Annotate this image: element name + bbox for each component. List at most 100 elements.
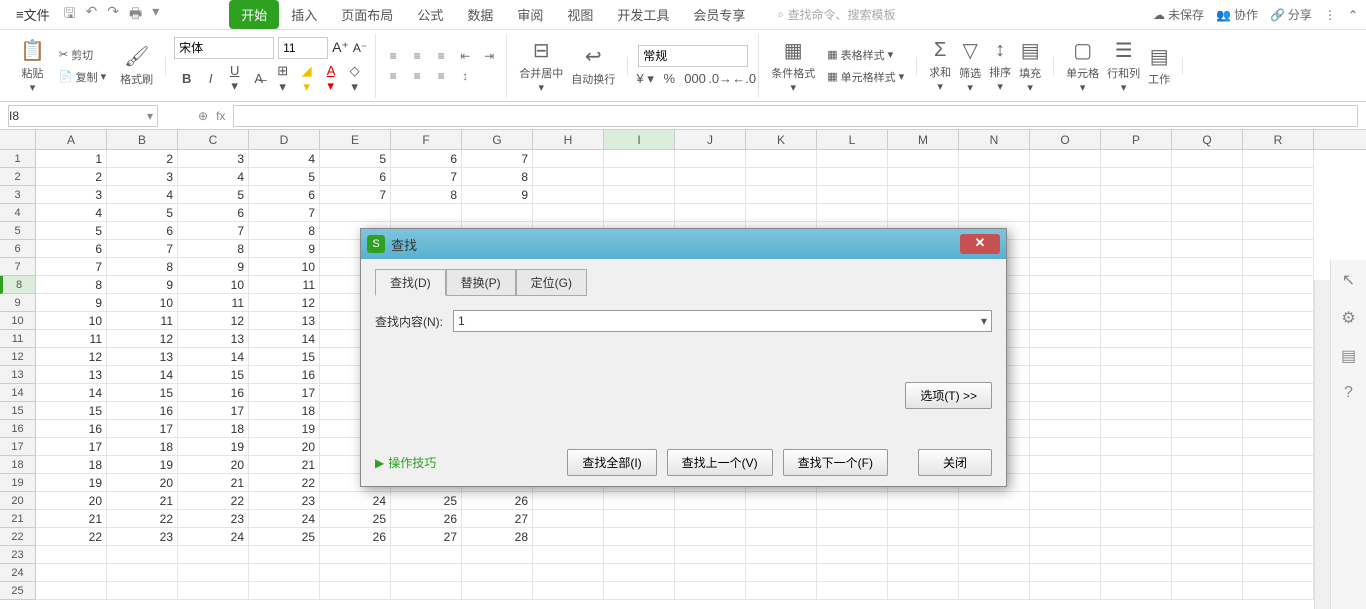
cell[interactable]: 17 [36, 438, 107, 456]
cell[interactable]: 23 [249, 492, 320, 510]
cell[interactable] [1243, 582, 1314, 600]
merge-center-button[interactable]: ⊟合并居中 ▾ [515, 36, 567, 96]
cell[interactable] [1243, 456, 1314, 474]
cell[interactable] [36, 546, 107, 564]
cell[interactable] [888, 150, 959, 168]
cell[interactable] [1172, 438, 1243, 456]
cell[interactable] [604, 150, 675, 168]
name-box[interactable]: I8 ▾ [8, 105, 158, 127]
cell[interactable] [1172, 510, 1243, 528]
cell[interactable]: 6 [391, 150, 462, 168]
cell[interactable] [1243, 258, 1314, 276]
col-header-O[interactable]: O [1030, 130, 1101, 149]
bold-button[interactable]: B [178, 71, 196, 86]
cell[interactable] [1101, 366, 1172, 384]
cell[interactable]: 13 [178, 330, 249, 348]
cell[interactable] [1172, 204, 1243, 222]
row-header[interactable]: 9 [0, 294, 36, 312]
cell[interactable] [1030, 222, 1101, 240]
cell[interactable] [1243, 384, 1314, 402]
cell[interactable]: 19 [36, 474, 107, 492]
cell[interactable] [1030, 204, 1101, 222]
cell[interactable] [959, 150, 1030, 168]
cell[interactable] [1172, 546, 1243, 564]
fx-icon[interactable]: fx [216, 109, 225, 123]
cell[interactable] [320, 546, 391, 564]
cell[interactable] [746, 564, 817, 582]
filter-button[interactable]: ▽筛选 ▾ [955, 36, 985, 96]
cell[interactable] [1101, 276, 1172, 294]
cell[interactable]: 8 [391, 186, 462, 204]
redo-icon[interactable]: ↷ [107, 3, 119, 27]
cell[interactable]: 22 [249, 474, 320, 492]
row-header[interactable]: 8 [0, 276, 36, 294]
cell[interactable] [1172, 312, 1243, 330]
tab-find[interactable]: 查找(D) [375, 269, 446, 296]
decrease-font-icon[interactable]: A⁻ [353, 41, 367, 55]
cell[interactable] [1030, 474, 1101, 492]
cell[interactable] [1030, 438, 1101, 456]
cell[interactable] [1243, 492, 1314, 510]
cell[interactable] [1101, 402, 1172, 420]
col-header-L[interactable]: L [817, 130, 888, 149]
cell[interactable] [675, 528, 746, 546]
cell[interactable]: 6 [36, 240, 107, 258]
row-header[interactable]: 5 [0, 222, 36, 240]
cell[interactable] [675, 150, 746, 168]
cell[interactable] [1243, 276, 1314, 294]
cell[interactable]: 6 [107, 222, 178, 240]
print-icon[interactable]: 🖶 [129, 3, 142, 27]
cell[interactable]: 19 [107, 456, 178, 474]
cell[interactable] [817, 168, 888, 186]
cell[interactable] [1172, 240, 1243, 258]
cell[interactable] [1030, 366, 1101, 384]
cell[interactable]: 7 [36, 258, 107, 276]
row-header[interactable]: 7 [0, 258, 36, 276]
cell[interactable] [1030, 384, 1101, 402]
cell[interactable] [604, 564, 675, 582]
row-header[interactable]: 14 [0, 384, 36, 402]
cell[interactable] [1243, 438, 1314, 456]
cell[interactable] [36, 582, 107, 600]
file-menu[interactable]: ≡ 文件 [8, 2, 58, 27]
cell[interactable] [817, 510, 888, 528]
cell[interactable] [107, 582, 178, 600]
cell[interactable] [1243, 528, 1314, 546]
cell[interactable]: 6 [320, 168, 391, 186]
tab-replace[interactable]: 替换(P) [446, 269, 516, 296]
cell[interactable] [746, 168, 817, 186]
cell[interactable] [1172, 456, 1243, 474]
cell[interactable]: 27 [462, 510, 533, 528]
cell[interactable]: 7 [391, 168, 462, 186]
cell[interactable] [959, 186, 1030, 204]
col-header-D[interactable]: D [249, 130, 320, 149]
cell[interactable] [817, 546, 888, 564]
cell[interactable] [888, 204, 959, 222]
cell[interactable] [1101, 168, 1172, 186]
cell[interactable] [888, 168, 959, 186]
cell[interactable] [1030, 582, 1101, 600]
cell[interactable] [817, 492, 888, 510]
cell[interactable] [817, 564, 888, 582]
cell[interactable]: 7 [462, 150, 533, 168]
cell[interactable] [533, 582, 604, 600]
cell[interactable] [533, 528, 604, 546]
align-top-icon[interactable]: ≡ [384, 48, 402, 64]
fill-button[interactable]: ▤填充 ▾ [1015, 36, 1045, 96]
cell[interactable]: 16 [178, 384, 249, 402]
cell[interactable]: 9 [107, 276, 178, 294]
increase-font-icon[interactable]: A⁺ [332, 39, 349, 56]
underline-button[interactable]: U ▾ [226, 63, 244, 94]
cell[interactable] [888, 528, 959, 546]
cell[interactable]: 21 [178, 474, 249, 492]
cell[interactable] [1243, 366, 1314, 384]
formula-input[interactable] [233, 105, 1358, 127]
col-header-I[interactable]: I [604, 130, 675, 149]
save-icon[interactable]: 🖫 [64, 3, 76, 27]
cell[interactable] [1101, 222, 1172, 240]
tab-会员专享[interactable]: 会员专享 [681, 0, 757, 29]
cell[interactable] [1101, 564, 1172, 582]
cell[interactable] [1101, 186, 1172, 204]
orientation-icon[interactable]: ↕ [456, 68, 474, 84]
row-header[interactable]: 25 [0, 582, 36, 600]
